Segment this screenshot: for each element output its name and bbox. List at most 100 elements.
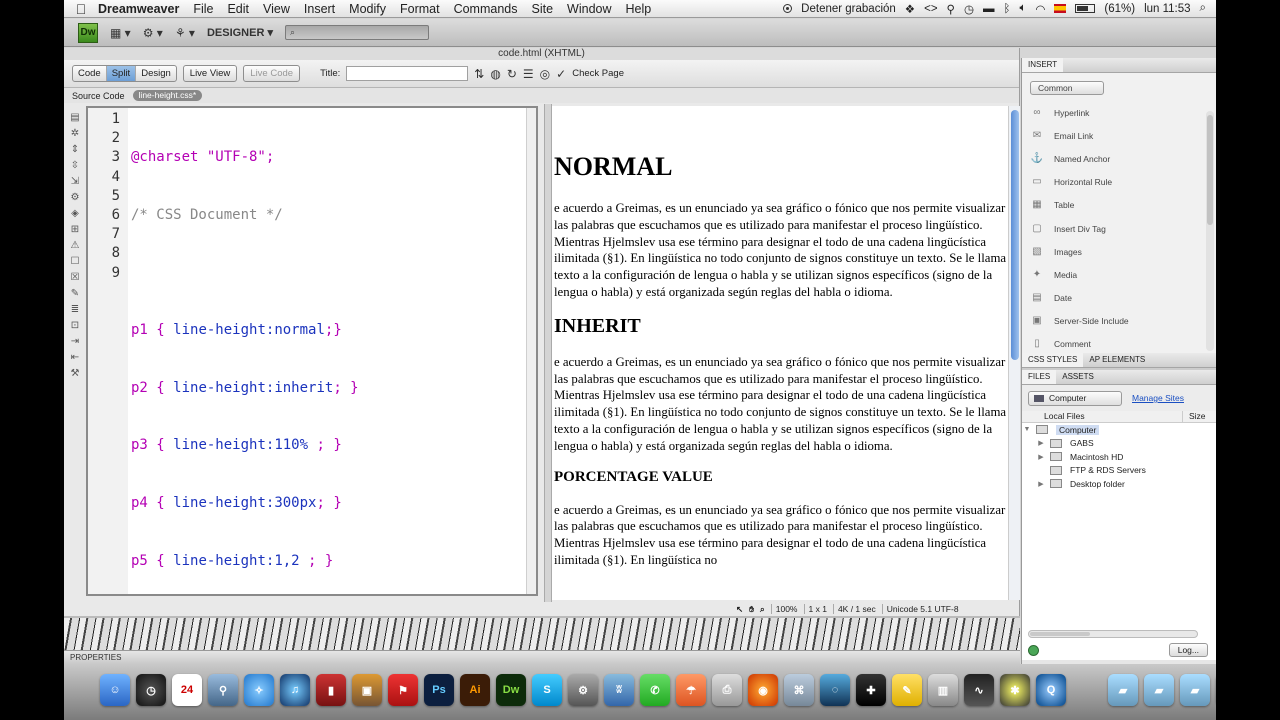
- insert-div-tag[interactable]: ▢ Insert Div Tag: [1022, 217, 1216, 240]
- menu-file[interactable]: File: [193, 2, 213, 16]
- dreamweaver-dock-icon[interactable]: Dw: [496, 674, 526, 706]
- size-column[interactable]: Size: [1182, 411, 1216, 422]
- photo-booth-icon[interactable]: ▮: [316, 674, 346, 706]
- collapse-tag-icon[interactable]: ⇕: [71, 144, 79, 155]
- live-code-button[interactable]: Live Code: [243, 65, 301, 82]
- expand-all-icon[interactable]: ⇲: [71, 176, 79, 187]
- insert-date[interactable]: ▤ Date: [1022, 287, 1216, 310]
- collapse-selection-icon[interactable]: ⇳: [71, 160, 79, 171]
- split-view-button[interactable]: Split: [106, 66, 137, 81]
- design-view[interactable]: NORMAL e acuerdo a Greimas, es un enunci…: [552, 106, 1008, 600]
- help-search-input[interactable]: ⌕: [285, 25, 429, 40]
- zoom-level[interactable]: 100%: [770, 604, 798, 614]
- bluetooth-icon[interactable]: ᛒ: [1004, 3, 1011, 15]
- printer-icon[interactable]: ⎙: [712, 674, 742, 706]
- code-lines[interactable]: @charset "UTF-8"; /* CSS Document */ ​ p…: [128, 108, 536, 594]
- menu-insert[interactable]: Insert: [304, 2, 335, 16]
- app-icon[interactable]: ✆: [640, 674, 670, 706]
- clock[interactable]: lun 11:53: [1144, 3, 1190, 15]
- page-title-input[interactable]: [346, 66, 469, 81]
- expand-arrow-icon[interactable]: ▶: [1036, 453, 1046, 461]
- live-view-button[interactable]: Live View: [182, 65, 238, 82]
- illustrator-icon[interactable]: Ai: [460, 674, 490, 706]
- layout-menu-icon[interactable]: ▦ ▾: [110, 26, 131, 40]
- properties-panel-tab[interactable]: PROPERTIES: [64, 650, 1020, 664]
- site-select[interactable]: Computer: [1028, 390, 1122, 406]
- insert-scrollbar[interactable]: [1206, 111, 1214, 351]
- move-css-icon[interactable]: ⊡: [71, 320, 79, 331]
- files-hscrollbar[interactable]: [1028, 630, 1198, 638]
- app-icon[interactable]: ◌: [820, 674, 850, 706]
- menu-format[interactable]: Format: [400, 2, 440, 16]
- show-code-navigator-icon[interactable]: ✲: [71, 128, 79, 139]
- safari-icon[interactable]: ✧: [244, 674, 274, 706]
- preview-icon[interactable]: ⚲: [208, 674, 238, 706]
- recent-snippets-icon[interactable]: ≣: [71, 304, 79, 315]
- expand-arrow-icon[interactable]: ▶: [1036, 439, 1046, 447]
- format-source-icon[interactable]: ⚒: [71, 368, 80, 379]
- time-machine-icon[interactable]: ◷: [964, 2, 974, 16]
- site-menu-icon[interactable]: ⚘ ▾: [175, 26, 195, 40]
- display-icon[interactable]: ▬: [983, 3, 995, 15]
- app-icon[interactable]: ☂: [676, 674, 706, 706]
- indent-code-icon[interactable]: ⇥: [71, 336, 79, 347]
- design-scrollbar[interactable]: [1008, 106, 1020, 600]
- ical-icon[interactable]: 24: [172, 674, 202, 706]
- code-view-button[interactable]: Code: [73, 66, 107, 81]
- app-icon[interactable]: ⌘: [784, 674, 814, 706]
- documents-folder-icon[interactable]: ▰: [1144, 674, 1174, 706]
- tree-node-gabs[interactable]: ▶ GABS: [1022, 437, 1216, 451]
- battery-percentage[interactable]: (61%): [1104, 3, 1135, 15]
- menu-window[interactable]: Window: [567, 2, 611, 16]
- manage-sites-link[interactable]: Manage Sites: [1132, 393, 1184, 403]
- insert-named-anchor[interactable]: ⚓ Named Anchor: [1022, 147, 1216, 170]
- extend-menu-gear-icon[interactable]: ⚙ ▾: [143, 26, 163, 40]
- insert-images[interactable]: ▧ Images: [1022, 240, 1216, 263]
- design-view-button[interactable]: Design: [136, 66, 176, 81]
- insert-server-side-include[interactable]: ▣ Server-Side Include: [1022, 310, 1216, 333]
- wrap-tag-icon[interactable]: ✎: [71, 288, 79, 299]
- validate-icon[interactable]: ✓: [556, 67, 566, 81]
- highlight-invalid-code-icon[interactable]: ⚠: [71, 240, 80, 251]
- select-parent-tag-icon[interactable]: ⚙: [71, 192, 80, 203]
- refresh-icon[interactable]: ↻: [507, 67, 517, 81]
- menu-commands[interactable]: Commands: [454, 2, 518, 16]
- code-scrollbar[interactable]: [526, 108, 536, 594]
- log-button[interactable]: Log...: [1168, 643, 1208, 657]
- finder-icon[interactable]: ☺: [100, 674, 130, 706]
- scrollbar-thumb[interactable]: [1011, 110, 1019, 360]
- split-divider[interactable]: [544, 104, 552, 602]
- skype-icon[interactable]: S: [532, 674, 562, 706]
- tree-node-desktop[interactable]: ▶ Desktop folder: [1022, 477, 1216, 491]
- visual-aids-icon[interactable]: ◎: [540, 67, 550, 81]
- scrollbar-thumb[interactable]: [1030, 632, 1090, 636]
- acrobat-icon[interactable]: ⚑: [388, 674, 418, 706]
- record-icon[interactable]: [783, 4, 793, 13]
- source-code-tab[interactable]: Source Code: [72, 91, 125, 101]
- file-management-icon[interactable]: ⇅: [474, 67, 484, 81]
- app-icon[interactable]: ʬ: [604, 674, 634, 706]
- line-numbers-icon[interactable]: ⊞: [71, 224, 79, 235]
- dashboard-icon[interactable]: ◷: [136, 674, 166, 706]
- system-preferences-icon[interactable]: ⚙: [568, 674, 598, 706]
- applications-folder-icon[interactable]: ▰: [1108, 674, 1138, 706]
- zoom-tool-icon[interactable]: ⌕: [760, 604, 765, 615]
- menu-site[interactable]: Site: [532, 2, 554, 16]
- app-icon[interactable]: ✚: [856, 674, 886, 706]
- tree-node-ftp-rds[interactable]: FTP & RDS Servers: [1022, 464, 1216, 478]
- wifi-icon[interactable]: ◠: [1035, 2, 1045, 16]
- firefox-icon[interactable]: ◉: [748, 674, 778, 706]
- insert-horizontal-rule[interactable]: ▭ Horizontal Rule: [1022, 171, 1216, 194]
- balance-braces-icon[interactable]: ◈: [71, 208, 79, 219]
- preview-browser-icon[interactable]: ◍: [490, 67, 500, 81]
- hand-tool-icon[interactable]: ✋︎: [749, 604, 754, 615]
- menu-view[interactable]: View: [263, 2, 290, 16]
- scrollbar-thumb[interactable]: [1207, 115, 1213, 225]
- stickies-icon[interactable]: ✎: [892, 674, 922, 706]
- vpn-icon[interactable]: ⚲: [947, 2, 955, 16]
- menu-modify[interactable]: Modify: [349, 2, 386, 16]
- outdent-code-icon[interactable]: ⇤: [71, 352, 79, 363]
- local-files-column[interactable]: Local Files: [1022, 411, 1182, 422]
- volume-icon[interactable]: 🔈︎: [1019, 2, 1026, 15]
- dropbox-icon[interactable]: ❖: [905, 2, 915, 16]
